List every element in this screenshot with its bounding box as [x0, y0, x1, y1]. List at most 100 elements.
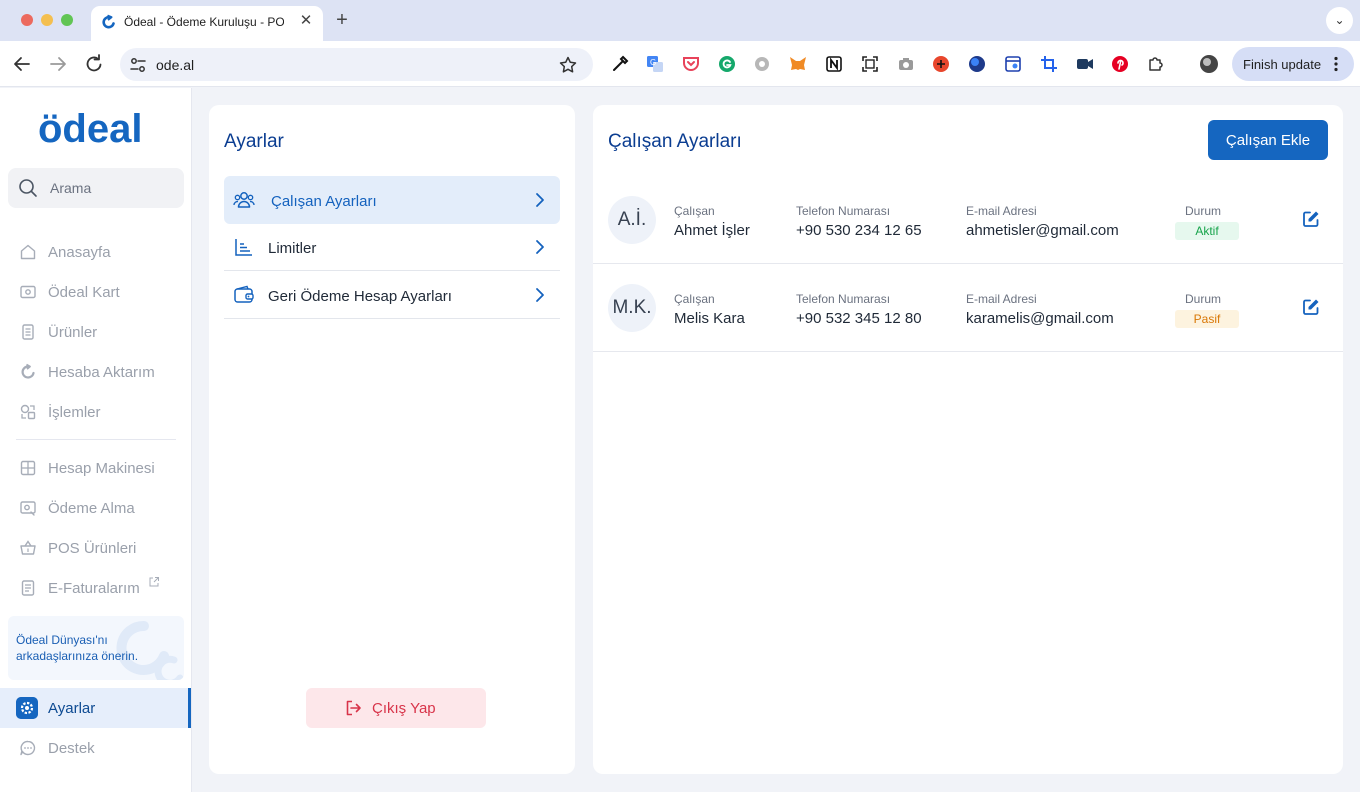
translate-extension-icon[interactable]: G [645, 54, 665, 74]
external-link-icon [149, 577, 159, 587]
settings-panel: Ayarlar Çalışan Ayarları Limitler Geri Ö… [209, 105, 575, 774]
sidebar-item-destek[interactable]: Destek [16, 734, 186, 762]
sidebar-item-label: POS Ürünleri [48, 540, 137, 557]
employee-name: Melis Kara [674, 310, 745, 327]
products-icon [22, 324, 34, 340]
sidebar-item-hesap-makinesi[interactable]: Hesap Makinesi [16, 454, 186, 482]
sidebar-item-label: Ödeme Alma [48, 500, 135, 517]
url-text[interactable]: ode.al [156, 57, 194, 73]
svg-text:ödeal: ödeal [38, 108, 142, 148]
employee-phone: +90 532 345 12 80 [796, 310, 922, 327]
odeal-logo[interactable]: ödeal [38, 108, 156, 148]
tab-search-chevron-icon[interactable]: ⌄ [1326, 7, 1353, 34]
sidebar-item-label: Hesap Makinesi [48, 460, 155, 477]
finish-update-button[interactable]: Finish update [1232, 47, 1354, 81]
new-tab-icon[interactable]: + [332, 9, 352, 31]
section-title: Çalışan Ayarları [608, 131, 742, 152]
tab-title: Ödeal - Ödeme Kuruluşu - POS [124, 15, 284, 29]
svg-text:G: G [650, 58, 656, 67]
plus-circle-extension-icon[interactable] [931, 54, 951, 74]
chat-icon [20, 740, 36, 756]
avatar: M.K. [608, 284, 656, 332]
chevron-right-icon [536, 288, 544, 302]
sidebar-item-odeme-alma[interactable]: Ödeme Alma [16, 494, 186, 522]
sidebar-item-label: Destek [48, 740, 95, 757]
settings-menu-geri-odeme[interactable]: Geri Ödeme Hesap Ayarları [224, 271, 560, 319]
window-capture-extension-icon[interactable] [1003, 54, 1023, 74]
employee-phone: +90 530 234 12 65 [796, 222, 922, 239]
metamask-extension-icon[interactable] [788, 54, 808, 74]
minimize-window-button[interactable] [41, 14, 53, 26]
employee-settings-panel: Çalışan Ayarları Çalışan Ekle A.İ. Çalış… [593, 105, 1343, 774]
browser-tab-bar: Ödeal - Ödeme Kuruluşu - POS ✕ + ⌄ [0, 0, 1360, 41]
sidebar-item-label: Ürünler [48, 324, 98, 341]
chart-icon [235, 239, 252, 256]
wallet-icon [234, 285, 254, 303]
close-window-button[interactable] [21, 14, 33, 26]
search-input[interactable] [50, 178, 176, 198]
tab-close-icon[interactable]: ✕ [297, 12, 315, 30]
forward-arrow-icon[interactable] [46, 52, 70, 76]
employee-column-label: Çalışan [674, 204, 715, 218]
employee-name: Ahmet İşler [674, 222, 750, 239]
logout-label: Çıkış Yap [372, 700, 436, 717]
sidebar-item-ayarlar[interactable]: Ayarlar [0, 688, 191, 728]
address-bar[interactable]: ode.al [120, 48, 593, 81]
sidebar-item-islemler[interactable]: İşlemler [16, 398, 186, 426]
sidebar-item-label: Ayarlar [48, 700, 96, 717]
referral-banner[interactable]: Ödeal Dünyası'nı arkadaşlarınıza önerin. [8, 616, 184, 680]
invoice-icon [21, 580, 35, 596]
browser-toolbar: ode.al G Finish update [0, 41, 1360, 87]
settings-menu-limitler[interactable]: Limitler [224, 223, 560, 271]
edit-icon[interactable] [1301, 297, 1321, 317]
extensions-puzzle-icon[interactable] [1146, 54, 1166, 74]
sidebar-item-urunler[interactable]: Ürünler [16, 318, 186, 346]
add-employee-button[interactable]: Çalışan Ekle [1208, 120, 1328, 160]
pocket-extension-icon[interactable] [681, 54, 701, 74]
sidebar-item-label: Anasayfa [48, 244, 111, 261]
reload-icon[interactable] [82, 52, 106, 76]
odeal-favicon-icon [102, 14, 115, 29]
pinterest-extension-icon[interactable] [1110, 54, 1130, 74]
logout-button[interactable]: Çıkış Yap [306, 688, 486, 728]
email-column-label: E-mail Adresi [966, 292, 1037, 306]
payment-icon [20, 501, 36, 516]
sidebar-item-hesaba-aktarim[interactable]: Hesaba Aktarım [16, 358, 186, 386]
sidebar-item-e-faturalarim[interactable]: E-Faturalarım [16, 574, 186, 602]
screenshot-extension-icon[interactable] [860, 54, 880, 74]
bookmark-star-icon[interactable] [558, 55, 578, 75]
employee-email: ahmetisler@gmail.com [966, 222, 1119, 239]
status-badge: Pasif [1175, 310, 1239, 328]
phone-column-label: Telefon Numarası [796, 292, 891, 306]
gear-extension-icon[interactable] [752, 54, 772, 74]
email-column-label: E-mail Adresi [966, 204, 1037, 218]
sidebar-item-odeal-kart[interactable]: Ödeal Kart [16, 278, 186, 306]
status-badge: Aktif [1175, 222, 1239, 240]
globe-extension-icon[interactable] [967, 54, 987, 74]
notion-extension-icon[interactable] [824, 54, 844, 74]
employee-email: karamelis@gmail.com [966, 310, 1114, 327]
site-settings-icon[interactable] [129, 56, 147, 74]
basket-icon [20, 540, 36, 555]
maximize-window-button[interactable] [61, 14, 73, 26]
back-arrow-icon[interactable] [10, 52, 34, 76]
search-icon [19, 179, 37, 197]
edit-icon[interactable] [1301, 209, 1321, 229]
sidebar-item-anasayfa[interactable]: Anasayfa [16, 238, 186, 266]
grammarly-extension-icon[interactable] [717, 54, 737, 74]
crop-extension-icon[interactable] [1039, 54, 1059, 74]
settings-menu-label: Çalışan Ayarları [271, 193, 377, 210]
chevron-right-icon [536, 240, 544, 254]
settings-menu-label: Limitler [268, 240, 317, 257]
status-column-label: Durum [1185, 292, 1222, 306]
status-column-label: Durum [1185, 204, 1222, 218]
profile-avatar-icon[interactable] [1199, 54, 1219, 74]
camera-extension-icon[interactable] [896, 54, 916, 74]
settings-menu-calisan-ayarlari[interactable]: Çalışan Ayarları [224, 176, 560, 224]
phone-column-label: Telefon Numarası [796, 204, 891, 218]
video-extension-icon[interactable] [1075, 54, 1095, 74]
logout-icon [346, 700, 361, 716]
browser-tab[interactable]: Ödeal - Ödeme Kuruluşu - POS ✕ [91, 6, 323, 41]
eyedropper-extension-icon[interactable] [610, 54, 630, 74]
sidebar-item-pos-urunleri[interactable]: POS Ürünleri [16, 534, 186, 562]
